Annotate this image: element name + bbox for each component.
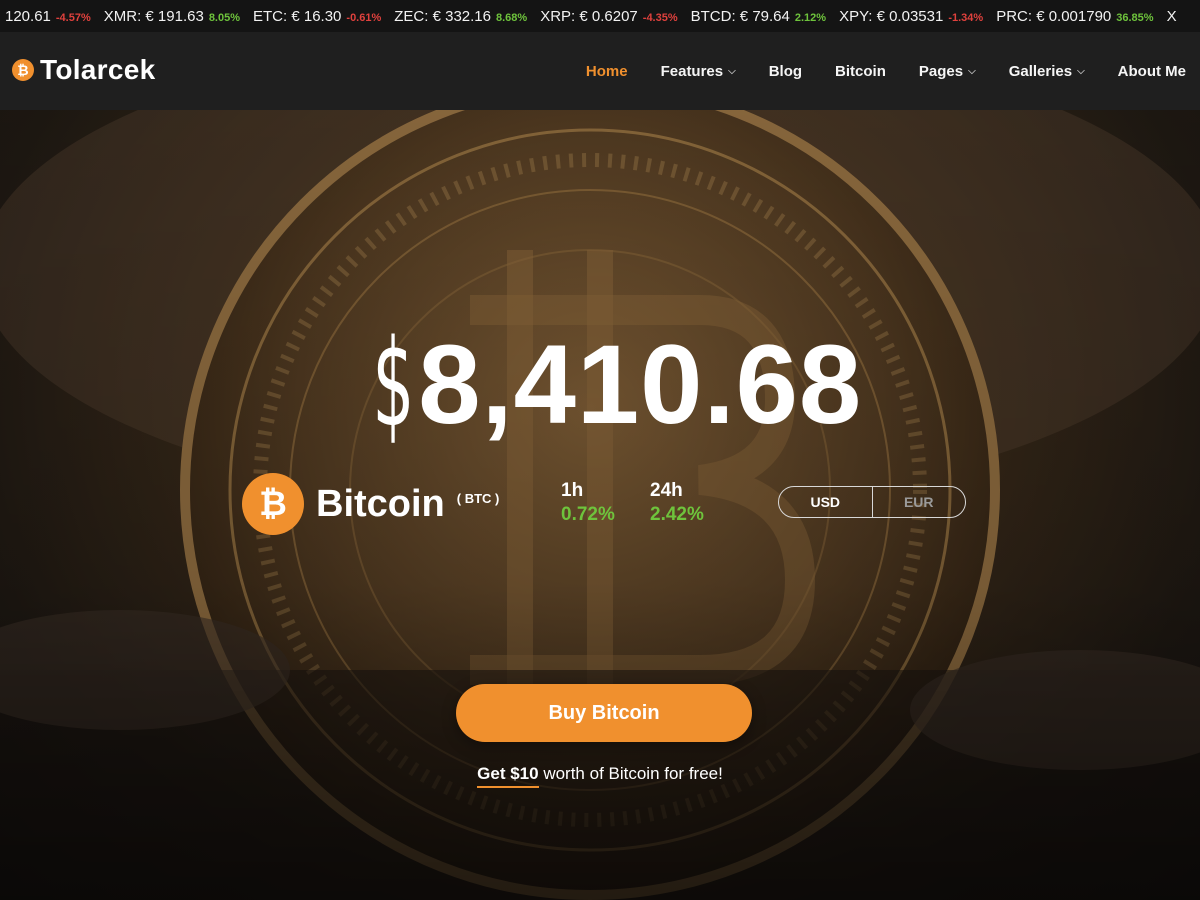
coin-name: Bitcoin — [316, 482, 445, 525]
top-navbar: ₿ Tolarcek Home Features ⌵ Blog Bitcoin … — [0, 32, 1200, 110]
promo-link[interactable]: Get $10 — [477, 764, 539, 788]
bitcoin-price: $ 8,410.68 — [0, 325, 1200, 445]
currency-eur-button[interactable]: EUR — [873, 487, 966, 517]
change-24h-value: 2.42% — [650, 504, 704, 525]
bitcoin-icon: ₿ — [242, 473, 304, 535]
ticker-symbol: XPY: € 0.03531 — [839, 7, 944, 25]
coin-ticker-symbol: ( BTC ) — [456, 490, 500, 506]
nav-item-label: Galleries — [1008, 62, 1073, 80]
ticker-symbol: ETC: € 16.30 — [253, 7, 342, 25]
nav-item-label: Bitcoin — [835, 62, 886, 80]
nav-item-home[interactable]: Home — [586, 63, 628, 80]
ticker-item[interactable]: ETC: € 16.30 -0.61% — [253, 8, 381, 25]
nav-item-features[interactable]: Features ⌵ — [661, 63, 736, 80]
ticker-change: 8.68% — [496, 11, 528, 24]
ticker-change: -0.61% — [346, 11, 382, 24]
currency-toggle: USD EUR — [778, 486, 966, 518]
ticker-change: 2.12% — [794, 11, 827, 24]
nav-item-about-me[interactable]: About Me — [1118, 63, 1186, 80]
nav-item-label: About Me — [1117, 62, 1186, 80]
promo-text-rest: worth of Bitcoin for free! — [538, 764, 723, 783]
site-logo[interactable]: ₿ Tolarcek — [12, 54, 156, 86]
nav-item-blog[interactable]: Blog — [769, 63, 802, 80]
ticker-item[interactable]: X — [1167, 8, 1182, 25]
ticker-item[interactable]: BTCD: € 79.64 2.12% — [691, 8, 826, 25]
chevron-down-icon: ⌵ — [728, 65, 736, 77]
ticker-change: -4.35% — [642, 11, 678, 24]
nav-item-galleries[interactable]: Galleries ⌵ — [1009, 63, 1085, 80]
change-1h-value: 0.72% — [561, 504, 615, 525]
ticker-change: -1.34% — [948, 11, 984, 24]
coin-identity: ₿ Bitcoin ( BTC ) — [242, 473, 499, 535]
price-ticker: 120.61 -4.57% XMR: € 191.63 8.05% ETC: €… — [0, 0, 1200, 32]
ticker-symbol: 120.61 — [5, 7, 51, 25]
nav-item-label: Home — [585, 62, 628, 80]
nav-item-bitcoin[interactable]: Bitcoin — [835, 63, 886, 80]
ticker-item[interactable]: 120.61 -4.57% — [5, 8, 91, 25]
main-menu: Home Features ⌵ Blog Bitcoin Pages ⌵ Gal… — [553, 32, 1186, 110]
ticker-symbol: PRC: € 0.001790 — [996, 7, 1112, 25]
ticker-symbol: ZEC: € 332.16 — [394, 7, 491, 25]
ticker-change: 8.05% — [208, 11, 241, 24]
hero-section: $ 8,410.68 ₿ Bitcoin ( BTC ) 1h 0.72% 24… — [0, 110, 1200, 900]
ticker-symbol: XMR: € 191.63 — [103, 7, 204, 25]
ticker-change: -4.57% — [55, 11, 91, 24]
change-1h-label: 1h — [561, 480, 584, 501]
ticker-symbol: BTCD: € 79.64 — [690, 7, 790, 25]
chevron-down-icon: ⌵ — [1077, 65, 1085, 77]
nav-item-pages[interactable]: Pages ⌵ — [919, 63, 976, 80]
ticker-item[interactable]: XPY: € 0.03531 -1.34% — [839, 8, 983, 25]
change-1h: 1h 0.72% — [561, 480, 615, 526]
ticker-item[interactable]: XMR: € 191.63 8.05% — [104, 8, 240, 25]
buy-bitcoin-button[interactable]: Buy Bitcoin — [456, 684, 752, 742]
price-currency-symbol: $ — [372, 315, 415, 454]
ticker-item[interactable]: XRP: € 0.6207 -4.35% — [540, 8, 677, 25]
nav-item-label: Features — [660, 62, 724, 80]
change-24h-label: 24h — [650, 480, 683, 501]
ticker-item[interactable]: PRC: € 0.001790 36.85% — [996, 8, 1153, 25]
currency-usd-button[interactable]: USD — [779, 487, 873, 517]
change-24h: 24h 2.42% — [650, 480, 704, 526]
ticker-symbol: X — [1166, 7, 1177, 25]
promo-text: Get $10 worth of Bitcoin for free! — [0, 764, 1200, 788]
ticker-item[interactable]: ZEC: € 332.16 8.68% — [394, 8, 527, 25]
bitcoin-icon: ₿ — [12, 59, 34, 81]
chevron-down-icon: ⌵ — [968, 65, 976, 77]
price-value: 8,410.68 — [418, 322, 863, 447]
nav-item-label: Blog — [768, 62, 803, 80]
ticker-change: 36.85% — [1116, 11, 1154, 24]
nav-item-label: Pages — [918, 62, 964, 80]
site-name: Tolarcek — [40, 54, 156, 85]
ticker-symbol: XRP: € 0.6207 — [540, 7, 638, 25]
